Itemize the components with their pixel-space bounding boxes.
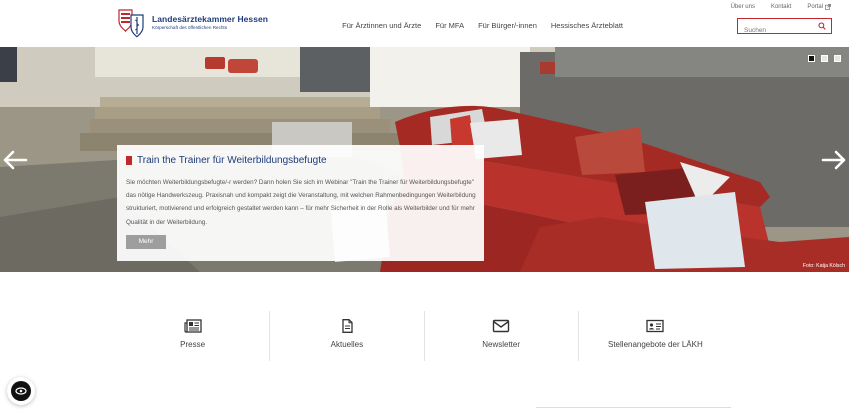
topnav-link-portal[interactable]: Portal [807, 4, 831, 10]
brand-name: Landesärztekammer Hessen [152, 14, 269, 25]
topnav-link-ueber-uns[interactable]: Über uns [731, 4, 755, 10]
quicklink-stellenangebote[interactable]: Stellenangebote der LÄKH [579, 311, 732, 361]
privacy-settings-button[interactable] [7, 377, 35, 405]
prev-slide-button[interactable] [2, 149, 28, 171]
utility-nav: Über uns Kontakt Portal [731, 4, 831, 10]
quick-links: Presse Aktuelles Newsletter Stellenangeb… [116, 311, 732, 361]
crest-icon [117, 7, 149, 39]
nav-item-aerzteblatt[interactable]: Hessisches Ärzteblatt [551, 21, 623, 30]
arrow-right-icon [821, 150, 846, 170]
hero-slider: Foto: Katja Kölsch Train the Trainer für… [0, 47, 849, 272]
quicklink-label: Aktuelles [330, 340, 364, 349]
caption-marker [126, 156, 132, 165]
search-box [737, 18, 832, 37]
caption-text: Sie möchten Weiterbildungsbefugte/-r wer… [126, 179, 476, 226]
quicklink-newsletter[interactable]: Newsletter [425, 311, 579, 361]
quicklink-aktuelles[interactable]: Aktuelles [270, 311, 425, 361]
nav-item-mfa[interactable]: Für MFA [435, 21, 464, 30]
slide-indicators [808, 55, 841, 62]
logo[interactable]: Landesärztekammer Hessen Körperschaft de… [117, 6, 268, 40]
id-card-icon [646, 319, 665, 333]
external-link-icon [825, 4, 831, 10]
quicklink-label: Stellenangebote der LÄKH [608, 340, 703, 349]
quicklink-presse[interactable]: Presse [116, 311, 271, 361]
search-input[interactable] [738, 24, 816, 37]
brand-subtitle: Körperschaft des öffentlichen Rechts [152, 24, 227, 30]
document-icon [342, 319, 353, 333]
slide-dot-1[interactable] [808, 55, 815, 62]
next-slide-button[interactable] [821, 149, 847, 171]
arrow-left-icon [3, 150, 28, 170]
header: Landesärztekammer Hessen Körperschaft de… [0, 0, 849, 47]
newspaper-icon [184, 319, 202, 333]
topnav-portal-label: Portal [807, 4, 823, 10]
slide-dot-3[interactable] [834, 55, 841, 62]
quicklink-label: Presse [180, 340, 206, 349]
quicklink-label: Newsletter [482, 340, 521, 349]
nav-item-aerzte[interactable]: Für Ärztinnen und Ärzte [342, 21, 421, 30]
caption-title[interactable]: Train the Trainer für Weiterbildungsbefu… [137, 155, 327, 166]
photo-credit: Foto: Katja Kölsch [802, 263, 845, 269]
divider [536, 407, 731, 408]
more-button[interactable]: Mehr [126, 234, 166, 249]
main-nav: Für Ärztinnen und Ärzte Für MFA Für Bürg… [342, 21, 623, 30]
privacy-eye-icon [15, 387, 27, 395]
slide-dot-2[interactable] [821, 55, 828, 62]
slide-caption: Train the Trainer für Weiterbildungsbefu… [117, 145, 484, 261]
search-icon[interactable] [818, 22, 826, 30]
envelope-icon [492, 319, 510, 333]
topnav-link-kontakt[interactable]: Kontakt [771, 4, 791, 10]
nav-item-buerger[interactable]: Für Bürger/-innen [478, 21, 537, 30]
